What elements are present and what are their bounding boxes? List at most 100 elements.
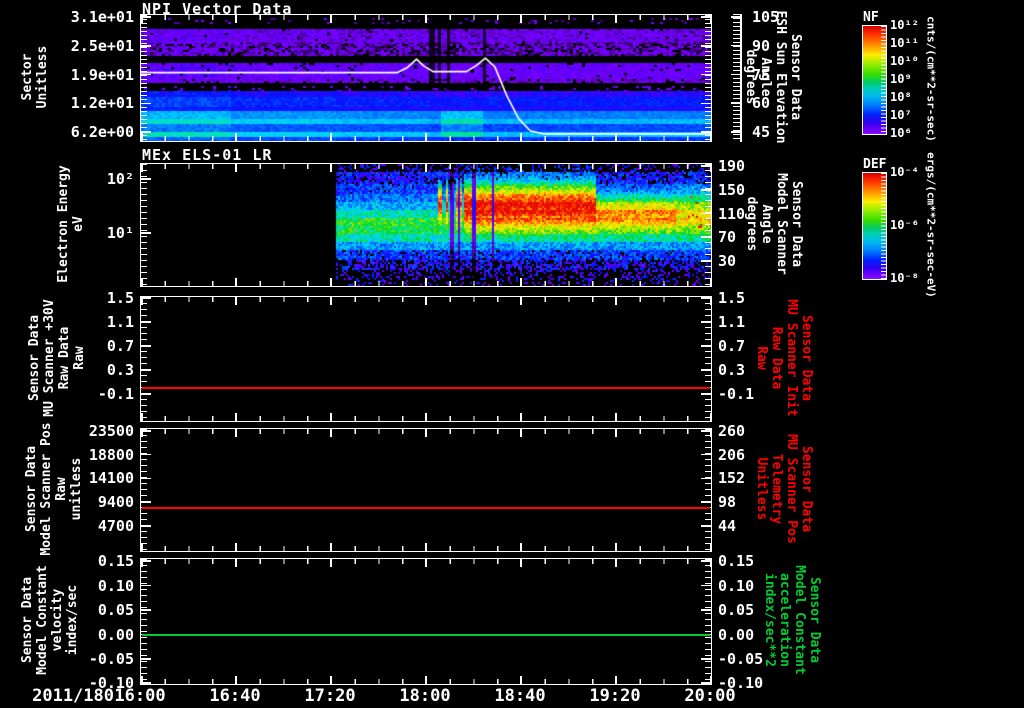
x-major-tick <box>141 164 143 172</box>
def-colorbar-ticks <box>881 173 886 279</box>
right-tick-label: 1.5 <box>718 289 746 307</box>
colorbar-tick-label: 10⁻⁶ <box>890 218 919 232</box>
x-major-tick <box>235 676 237 684</box>
minor-ticks-left <box>141 164 147 286</box>
x-tick-label: 20:00 <box>684 686 736 706</box>
colorbar-tick-label: 10¹⁰ <box>890 54 919 68</box>
y-tick-label: 0.05 <box>97 601 134 619</box>
y-major-tick <box>141 345 151 347</box>
x-major-tick <box>709 278 711 286</box>
x-major-tick <box>141 543 143 551</box>
y-major-tick <box>701 16 711 18</box>
panel4-ylabel: Sensor Data Model Scanner Pos Raw unitle… <box>24 422 84 556</box>
x-tick-label: 16:00 <box>114 686 166 706</box>
y-tick-label: 1.5 <box>106 289 134 307</box>
x-major-tick <box>709 413 711 421</box>
x-tick-label: 17:20 <box>304 686 356 706</box>
right-tick-label: 98 <box>718 493 737 512</box>
right-tick-label: 260 <box>718 422 746 440</box>
x-tick-label: 18:40 <box>494 686 546 706</box>
y-major-tick <box>701 321 711 323</box>
x-major-tick <box>330 543 332 551</box>
y-tick-label: 1.9e+01 <box>70 65 134 84</box>
x-major-tick <box>615 559 617 567</box>
y-major-tick <box>141 501 151 503</box>
x-major-tick <box>330 429 332 437</box>
y-major-tick <box>701 236 711 238</box>
x-major-tick <box>425 543 427 551</box>
y-major-tick <box>141 560 151 562</box>
right-tick-label: 44 <box>718 516 737 535</box>
nf-colorbar-ticks <box>881 26 886 134</box>
nf-colorbar-units: cnts/(cm**2-sr-sec) <box>924 16 938 142</box>
colorbar-tick-label: 10⁻⁸ <box>890 271 919 285</box>
y-tick-label: -0.1 <box>97 385 134 403</box>
x-tick-label: 16:40 <box>209 686 261 706</box>
y-major-tick <box>141 682 151 684</box>
right-tick-label: 110 <box>718 204 746 223</box>
x-major-tick <box>615 164 617 172</box>
y-tick-label: 10² <box>106 170 134 188</box>
x-major-tick <box>615 543 617 551</box>
right-tick-label: 75 <box>752 65 771 84</box>
x-major-tick <box>235 297 237 305</box>
x-major-tick <box>520 133 522 141</box>
data-line-model-constant-velocity <box>142 633 710 636</box>
x-major-tick <box>615 413 617 421</box>
right-tick-label: 0.05 <box>718 601 755 619</box>
y-major-tick <box>141 369 151 371</box>
x-major-tick <box>425 133 427 141</box>
y-major-tick <box>701 165 711 167</box>
y-tick-label: 1.2e+01 <box>70 94 134 113</box>
y-tick-label: 3.1e+01 <box>70 8 134 26</box>
colorbar-tick-label: 10⁹ <box>890 72 912 86</box>
y-major-tick <box>141 658 151 660</box>
right-tick-label: 70 <box>718 228 737 246</box>
y-major-tick <box>701 477 711 480</box>
y-major-tick <box>701 453 711 456</box>
y-tick-label: 6.2e+00 <box>70 123 134 141</box>
def-colorbar <box>862 172 887 280</box>
x-tick-label: 19:20 <box>589 686 641 706</box>
x-major-tick <box>520 278 522 286</box>
right-tick-label: 0.00 <box>718 625 755 644</box>
right-tick-label: -0.1 <box>718 385 755 403</box>
y-major-tick <box>701 369 711 371</box>
right-tick-label: 45 <box>752 123 771 141</box>
x-major-tick <box>235 543 237 551</box>
y-major-tick <box>141 393 151 395</box>
x-major-tick <box>520 429 522 437</box>
x-major-tick <box>709 543 711 551</box>
right-tick-label: 105 <box>752 8 780 26</box>
y-tick-label: 0.3 <box>106 361 134 379</box>
detached-axis-major-tick <box>731 73 741 75</box>
data-line-mu-scanner-30v-raw-data <box>142 387 710 389</box>
x-major-tick <box>520 297 522 305</box>
minor-ticks-right <box>705 15 711 141</box>
y-major-tick <box>141 321 151 323</box>
panel-model-constant-velocity <box>140 558 712 685</box>
y-major-tick <box>141 232 151 234</box>
y-tick-label: 14100 <box>88 469 134 488</box>
x-major-tick <box>615 133 617 141</box>
right-tick-label: 1.1 <box>718 313 746 331</box>
x-major-tick <box>425 676 427 684</box>
y-major-tick <box>701 131 711 133</box>
y-major-tick <box>701 501 711 503</box>
y-major-tick <box>141 584 151 587</box>
right-tick-label: 150 <box>718 181 746 199</box>
panel2-title: MEx ELS-01 LR <box>142 146 273 164</box>
y-major-tick <box>701 45 711 47</box>
x-major-tick <box>235 15 237 23</box>
x-major-tick <box>520 164 522 172</box>
y-major-tick <box>141 477 151 480</box>
detached-axis-minor-ticks <box>733 14 740 142</box>
x-major-tick <box>330 164 332 172</box>
x-major-tick <box>425 413 427 421</box>
panel-mex-els <box>140 163 712 287</box>
right-tick-label: 0.3 <box>718 361 746 379</box>
y-tick-label: 0.15 <box>97 552 134 570</box>
y-tick-label: 10¹ <box>106 224 134 242</box>
y-major-tick <box>141 102 151 104</box>
right-tick-label: 0.7 <box>718 337 746 355</box>
